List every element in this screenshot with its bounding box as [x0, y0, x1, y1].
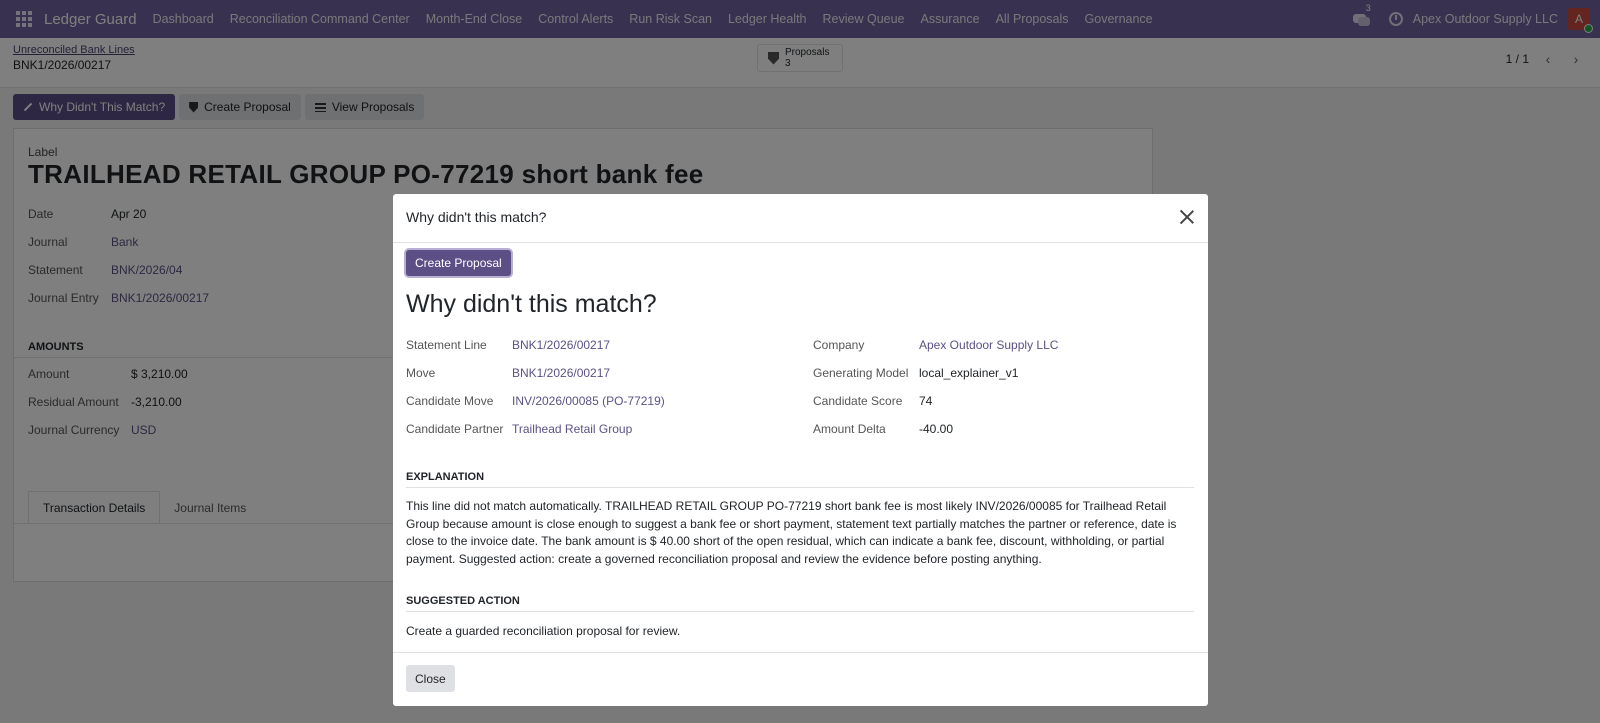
field-value: -40.00 [919, 422, 954, 436]
explanation-text: This line did not match automatically. T… [406, 499, 1177, 566]
field-label: Candidate Score [813, 394, 903, 408]
field-candidate-score: Candidate Score 74 [813, 394, 932, 408]
field-statement-line: Statement Line BNK1/2026/00217 [406, 338, 610, 352]
candidate-partner-link[interactable]: Trailhead Retail Group [512, 422, 632, 436]
field-amount-delta: Amount Delta -40.00 [813, 422, 953, 436]
dialog-header: Why didn't this match? [393, 194, 1208, 243]
field-value: local_explainer_v1 [919, 366, 1019, 380]
explanation-section-title: EXPLANATION [406, 471, 485, 483]
field-label: Amount Delta [813, 422, 886, 436]
field-label: Statement Line [406, 338, 487, 352]
suggested-action-text: Create a guarded reconciliation proposal… [406, 624, 681, 638]
field-label: Candidate Move [406, 394, 494, 408]
dialog-create-proposal-button[interactable]: Create Proposal [406, 250, 511, 276]
suggested-action-section-title: SUGGESTED ACTION [406, 595, 520, 607]
field-generating-model: Generating Model local_explainer_v1 [813, 366, 1018, 380]
field-label: Company [813, 338, 865, 352]
close-icon[interactable] [1178, 208, 1196, 226]
field-candidate-partner: Candidate Partner Trailhead Retail Group [406, 422, 632, 436]
candidate-move-link[interactable]: INV/2026/00085 (PO-77219) [512, 394, 665, 408]
field-value: 74 [919, 394, 933, 408]
field-company: Company Apex Outdoor Supply LLC [813, 338, 1058, 352]
section-divider [406, 611, 1194, 612]
field-label: Candidate Partner [406, 422, 504, 436]
field-move: Move BNK1/2026/00217 [406, 366, 610, 380]
dialog-title: Why didn't this match? [406, 209, 547, 225]
field-label: Generating Model [813, 366, 909, 380]
company-link[interactable]: Apex Outdoor Supply LLC [919, 338, 1058, 352]
dialog-footer-divider [393, 652, 1208, 653]
statement-line-link[interactable]: BNK1/2026/00217 [512, 338, 610, 352]
move-link[interactable]: BNK1/2026/00217 [512, 366, 610, 380]
dialog-heading: Why didn't this match? [406, 290, 657, 318]
section-divider [406, 487, 1194, 488]
dialog-close-button[interactable]: Close [406, 665, 455, 692]
field-candidate-move: Candidate Move INV/2026/00085 (PO-77219) [406, 394, 665, 408]
why-didnt-match-dialog: Why didn't this match? Create Proposal W… [393, 194, 1208, 706]
field-label: Move [406, 366, 436, 380]
